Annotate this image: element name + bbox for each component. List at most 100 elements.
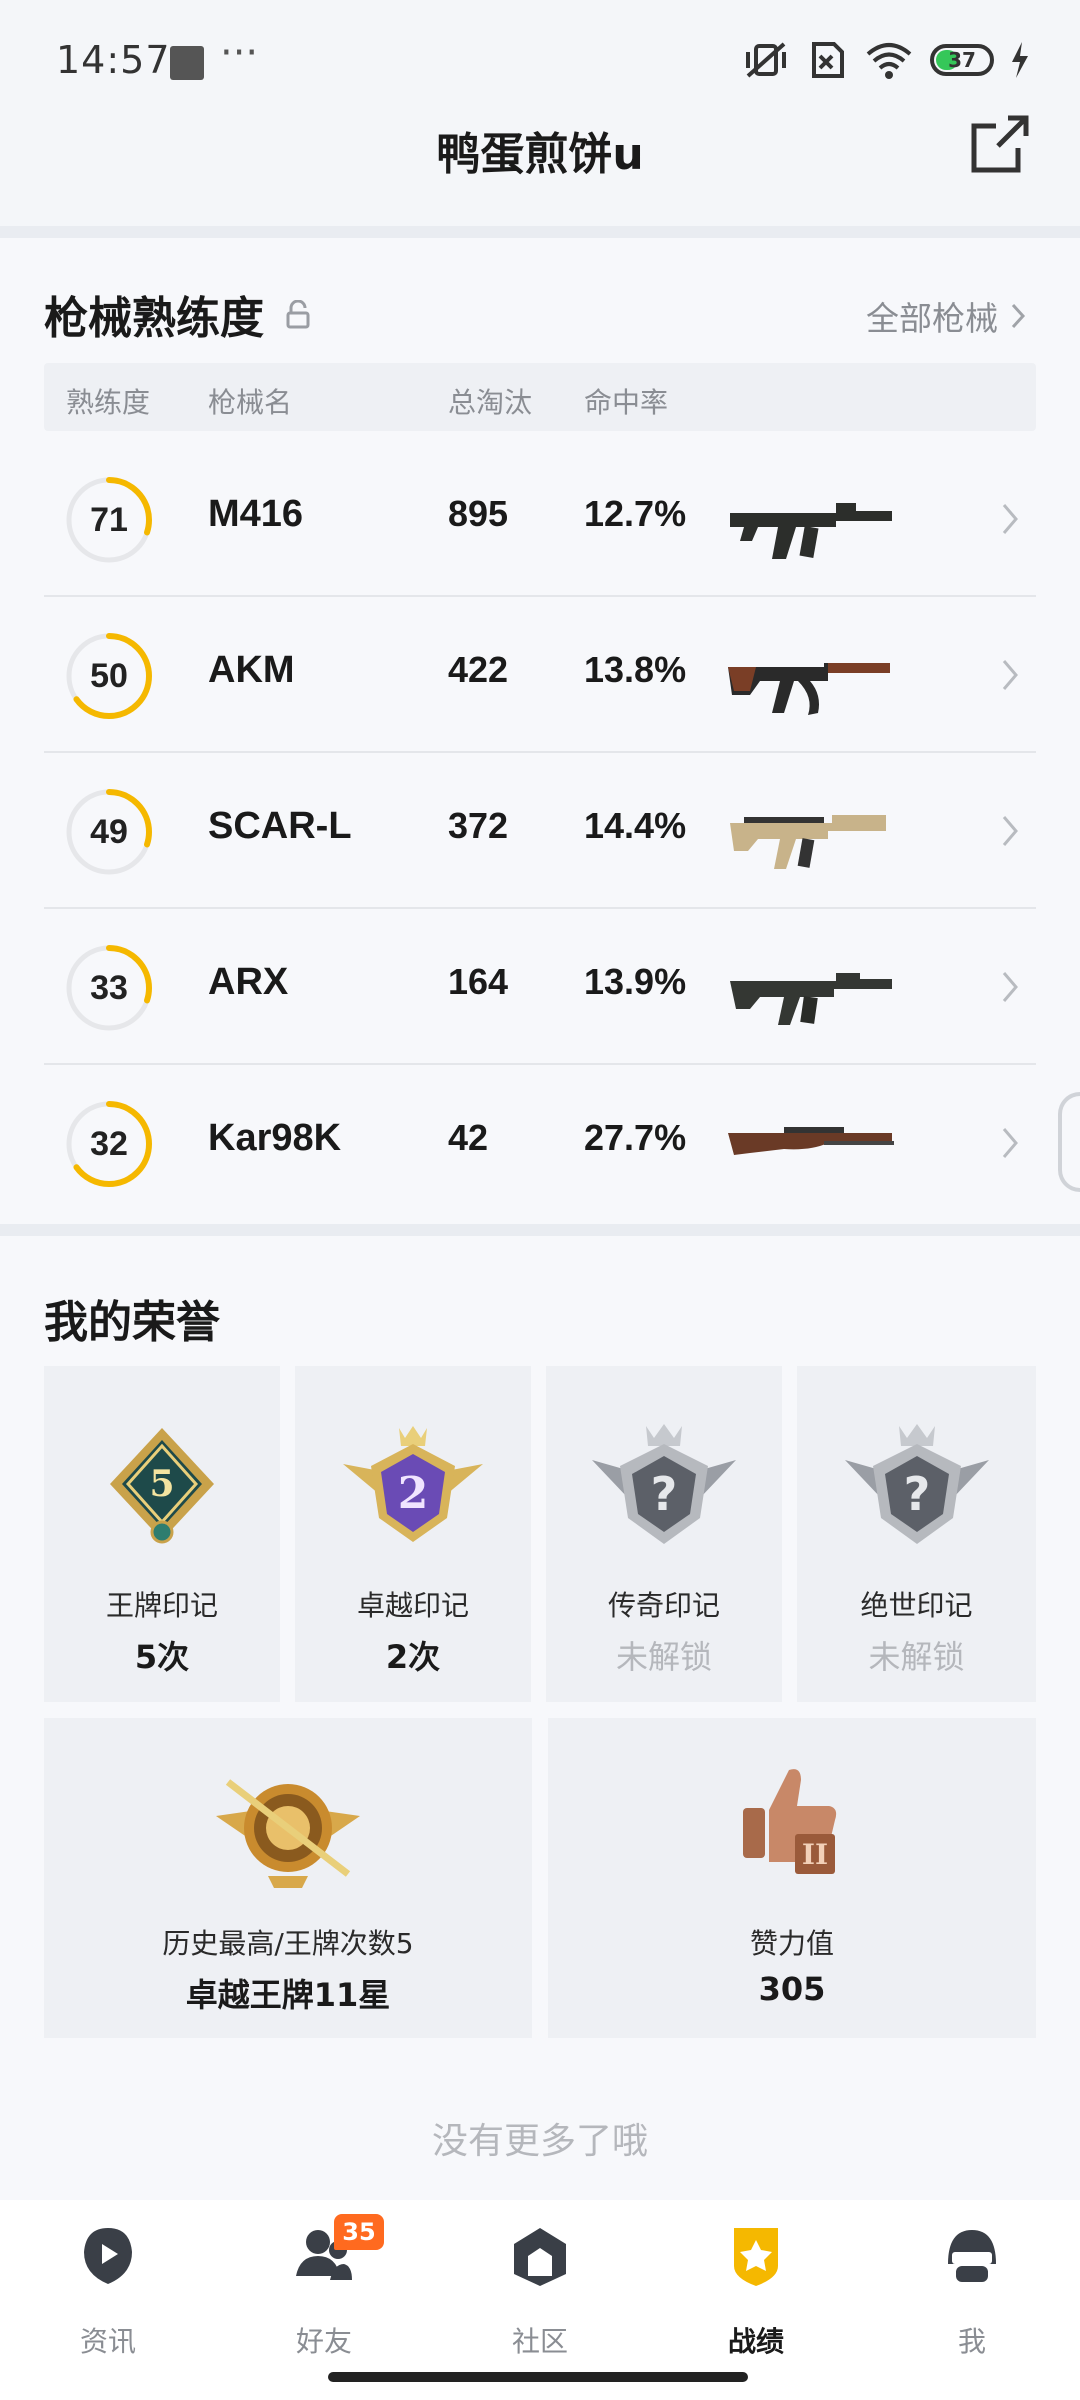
likes-card[interactable]: II 赞力值 305	[548, 1718, 1036, 2038]
scar-rifle-icon	[730, 815, 886, 869]
legend-mark-badge-icon: ?	[592, 1424, 736, 1544]
honor-card-legend[interactable]: ? 传奇印记 未解锁	[546, 1366, 782, 1702]
akm-rifle-icon	[728, 663, 890, 715]
all-weapons-label: 全部枪械	[866, 299, 998, 338]
weapon-mastery-section: 枪械熟练度 全部枪械 熟练度 枪械名 总淘汰 命中率 71 M416 895 12.7…	[0, 238, 1080, 1228]
weapon-kills: 42	[448, 1117, 489, 1158]
honor-value: 2次	[385, 1638, 441, 1676]
weapon-name: Kar98K	[208, 1117, 342, 1159]
honor-card-excellent[interactable]: 2 卓越印记 2次	[295, 1366, 531, 1702]
section-title: 我的荣誉	[44, 1297, 220, 1348]
honor-label: 卓越印记	[356, 1589, 469, 1622]
honor-value: 未解锁	[868, 1638, 965, 1676]
mastery-level: 49	[90, 813, 128, 851]
tab-stats[interactable]: 战绩	[686, 2220, 826, 2370]
weapon-name: SCAR-L	[208, 805, 352, 847]
status-time: 14:57	[56, 38, 171, 82]
honor-value: 5次	[134, 1638, 190, 1676]
side-drawer-handle[interactable]	[1058, 1092, 1080, 1192]
weapon-mastery-header: 枪械熟练度 全部枪械	[44, 282, 1036, 352]
share-icon[interactable]	[968, 112, 1032, 176]
weapon-accuracy: 14.4%	[584, 805, 687, 846]
tab-label: 我	[957, 2325, 986, 2358]
tab-me[interactable]: 我	[902, 2220, 1042, 2370]
weapon-kills: 422	[448, 649, 509, 690]
arx-rifle-icon	[730, 973, 892, 1025]
honor-card-peerless[interactable]: ? 绝世印记 未解锁	[797, 1366, 1036, 1702]
no-sim-icon	[812, 42, 844, 78]
chevron-right-icon	[1011, 303, 1026, 329]
thumbs-up-trophy-icon: II	[743, 1769, 837, 1874]
history-best-label: 历史最高/王牌次数5	[162, 1927, 414, 1960]
weapon-row[interactable]: 71 M416 895 12.7%	[44, 441, 1036, 597]
chevron-right-icon	[1002, 816, 1018, 846]
peerless-mark-badge-icon: ?	[844, 1424, 989, 1544]
tab-community[interactable]: 社区	[470, 2220, 610, 2370]
all-weapons-link[interactable]: 全部枪械	[866, 292, 1026, 340]
more-notifications-icon: ···	[220, 30, 259, 76]
svg-text:II: II	[802, 1838, 828, 1871]
weapon-name: ARX	[208, 961, 289, 1003]
tab-label: 资讯	[79, 2325, 136, 2358]
column-accuracy: 命中率	[584, 386, 669, 419]
friends-badge: 35	[334, 2214, 384, 2250]
weapon-accuracy: 12.7%	[584, 493, 687, 534]
likes-value: 305	[758, 1970, 826, 2008]
home-indicator[interactable]	[328, 2372, 748, 2382]
m416-rifle-icon	[730, 503, 892, 559]
charging-icon	[1012, 42, 1028, 78]
battery-icon: 37	[930, 44, 994, 76]
stats-badge-icon	[734, 2228, 778, 2286]
likes-label: 赞力值	[749, 1927, 834, 1960]
chevron-right-icon	[1002, 1128, 1018, 1158]
news-play-icon	[84, 2228, 132, 2284]
page-title: 鸭蛋煎饼u	[436, 129, 644, 180]
honors-section: 我的荣誉 5 王牌印记 5次 2 卓越印记 2次 ? 传奇印记 未解锁 ? 绝世…	[0, 1236, 1080, 2200]
weapon-row[interactable]: 32 Kar98K 42 27.7%	[44, 1065, 1036, 1221]
chevron-right-icon	[1002, 660, 1018, 690]
community-icon	[514, 2228, 566, 2286]
weapon-row[interactable]: 49 SCAR-L 372 14.4%	[44, 753, 1036, 909]
ace-rank-emblem-icon	[216, 1779, 360, 1888]
history-best-card[interactable]: 历史最高/王牌次数5 卓越王牌11星	[44, 1718, 532, 2038]
honor-value: 未解锁	[615, 1638, 712, 1676]
tab-label: 社区	[511, 2325, 568, 2358]
weapon-kills: 895	[448, 493, 509, 534]
tab-label: 战绩	[727, 2325, 784, 2358]
tab-friends[interactable]: 35 好友	[254, 2214, 394, 2370]
no-more-text: 没有更多了哦	[431, 2121, 648, 2162]
svg-text:5: 5	[149, 1463, 174, 1505]
svg-text:?: ?	[651, 1467, 678, 1521]
helmet-icon	[948, 2230, 996, 2282]
column-mastery: 熟练度	[66, 386, 151, 419]
lock-icon[interactable]	[284, 300, 312, 330]
mastery-level: 33	[90, 969, 128, 1007]
ace-mark-badge-icon: 5	[110, 1428, 214, 1544]
excellent-mark-badge-icon: 2	[343, 1426, 483, 1542]
svg-text:2: 2	[398, 1468, 429, 1519]
chevron-right-icon	[1002, 972, 1018, 1002]
honor-label: 传奇印记	[607, 1589, 720, 1622]
notification-icon	[170, 46, 204, 80]
weapon-accuracy: 13.9%	[584, 961, 687, 1002]
bottom-nav: 资讯 35 好友 社区 战绩 我	[0, 2200, 1080, 2400]
status-icons: 37	[744, 40, 1030, 80]
tab-label: 好友	[295, 2325, 352, 2358]
weapon-row[interactable]: 33 ARX 164 13.9%	[44, 909, 1036, 1065]
weapon-accuracy: 27.7%	[584, 1117, 687, 1158]
mastery-level: 32	[90, 1125, 128, 1163]
weapon-kills: 164	[448, 961, 509, 1002]
weapon-accuracy: 13.8%	[584, 649, 687, 690]
weapon-row[interactable]: 50 AKM 422 13.8%	[44, 597, 1036, 753]
app-page: 14:57 ··· 37 鸭蛋煎饼u 枪械熟练度 全部枪械 熟练度 枪械名 总淘…	[0, 0, 1080, 2400]
wifi-icon	[866, 43, 912, 79]
column-name: 枪械名	[208, 386, 293, 419]
divider	[0, 1224, 1080, 1236]
weapon-name: AKM	[208, 649, 295, 691]
kar98k-rifle-icon	[728, 1127, 894, 1155]
chevron-right-icon	[1002, 504, 1018, 534]
weapon-kills: 372	[448, 805, 509, 846]
table-header: 熟练度 枪械名 总淘汰 命中率	[44, 363, 1036, 431]
honor-card-ace[interactable]: 5 王牌印记 5次	[44, 1366, 280, 1702]
tab-news[interactable]: 资讯	[38, 2220, 178, 2370]
